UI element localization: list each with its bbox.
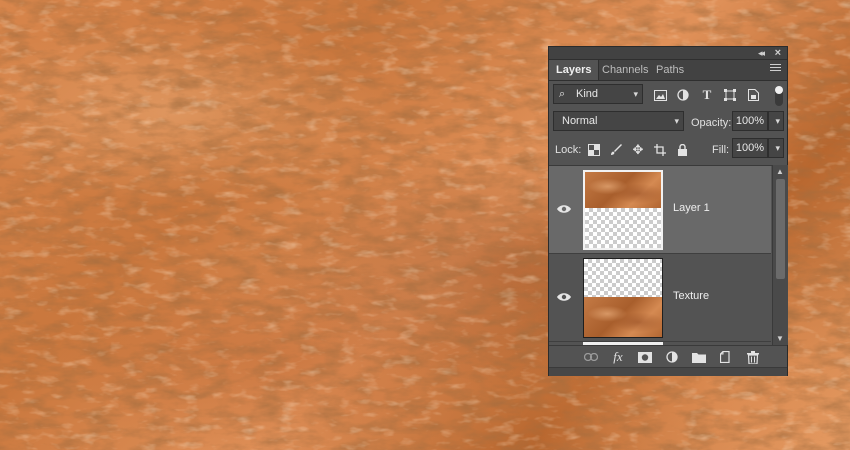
layers-scrollbar[interactable]: ▲ ▼ <box>772 165 788 345</box>
tab-layers[interactable]: Layers <box>549 60 600 80</box>
layer-row[interactable]: Layer 1 <box>549 166 771 254</box>
panel-title-bar: ◂◂ × <box>549 47 787 60</box>
thumbnail-copper-area <box>585 172 661 208</box>
filter-kind-label: Kind <box>576 88 599 100</box>
thumbnail-copper-area <box>584 297 662 337</box>
smart-object-icon[interactable] <box>746 88 760 102</box>
lock-label: Lock: <box>555 144 582 156</box>
shape-icon[interactable] <box>723 88 737 102</box>
lock-move-icon[interactable]: ✥ <box>631 142 645 157</box>
fill-input[interactable]: 100% <box>732 138 768 158</box>
chevron-down-icon: ▾ <box>674 116 679 126</box>
lock-all-icon[interactable] <box>675 143 689 157</box>
trash-icon[interactable] <box>746 350 760 364</box>
scrollbar-thumb[interactable] <box>776 179 785 279</box>
visibility-eye-icon[interactable] <box>557 204 571 214</box>
opacity-dropdown-button[interactable]: ▾ <box>768 111 784 131</box>
layer-name[interactable]: Layer 1 <box>673 202 710 214</box>
fill-dropdown-button[interactable]: ▾ <box>768 138 784 158</box>
lock-pixels-icon[interactable] <box>587 143 601 157</box>
layer-thumbnail[interactable] <box>583 170 663 250</box>
panel-menu-icon[interactable] <box>770 64 781 75</box>
tab-channels[interactable]: Channels <box>595 60 655 80</box>
mask-icon[interactable] <box>638 350 652 364</box>
filter-toggle-knob <box>775 86 783 94</box>
opacity-label: Opacity: <box>691 117 732 129</box>
fill-label: Fill: <box>712 144 730 156</box>
layer-thumbnail[interactable] <box>583 258 663 338</box>
layers-panel: ◂◂ × Layers Channels Paths ⌕ Kind ▾ T No… <box>548 46 788 376</box>
blend-mode-select[interactable]: Normal ▾ <box>553 111 684 131</box>
close-panel-icon[interactable]: × <box>775 47 781 59</box>
tab-paths[interactable]: Paths <box>649 60 691 80</box>
thumbnail-transparent-area <box>585 208 661 248</box>
layers-bottom-toolbar: fx <box>549 345 787 368</box>
panel-resize-edge[interactable] <box>549 367 787 376</box>
chevron-down-icon: ▾ <box>775 143 780 153</box>
image-icon[interactable] <box>653 88 667 102</box>
filter-row: ⌕ Kind ▾ T <box>549 84 787 108</box>
filter-kind-select[interactable]: ⌕ Kind ▾ <box>553 84 643 104</box>
layer-row[interactable]: Texture <box>549 254 771 342</box>
blend-row: Normal ▾ Opacity: 100% ▾ <box>549 111 787 135</box>
thumbnail-transparent-area <box>584 259 662 297</box>
layers-list: Layer 1 Texture <box>549 165 787 346</box>
layer-name[interactable]: Texture <box>673 290 709 302</box>
group-folder-icon[interactable] <box>692 350 706 364</box>
adjustment-icon[interactable] <box>676 88 690 102</box>
search-icon: ⌕ <box>559 88 566 100</box>
fx-icon[interactable]: fx <box>611 349 625 364</box>
scroll-up-icon[interactable]: ▲ <box>776 167 784 176</box>
type-icon[interactable]: T <box>700 87 714 102</box>
lock-brush-icon[interactable] <box>609 143 623 157</box>
new-layer-icon[interactable] <box>719 350 733 364</box>
collapse-panel-icon[interactable]: ◂◂ <box>758 47 765 59</box>
blend-mode-value: Normal <box>562 115 598 127</box>
adjustment-layer-icon[interactable] <box>665 350 679 364</box>
chevron-down-icon: ▾ <box>633 89 638 99</box>
scroll-down-icon[interactable]: ▼ <box>776 334 784 343</box>
chevron-down-icon: ▾ <box>775 116 780 126</box>
panel-tabs: Layers Channels Paths <box>549 60 787 81</box>
opacity-input[interactable]: 100% <box>732 111 768 131</box>
lock-artboard-icon[interactable] <box>653 143 667 157</box>
visibility-eye-icon[interactable] <box>557 292 571 302</box>
filter-toggle-switch[interactable] <box>775 86 783 106</box>
link-icon[interactable] <box>584 350 598 364</box>
lock-row: Lock: ✥ Fill: 100% ▾ <box>549 138 787 162</box>
